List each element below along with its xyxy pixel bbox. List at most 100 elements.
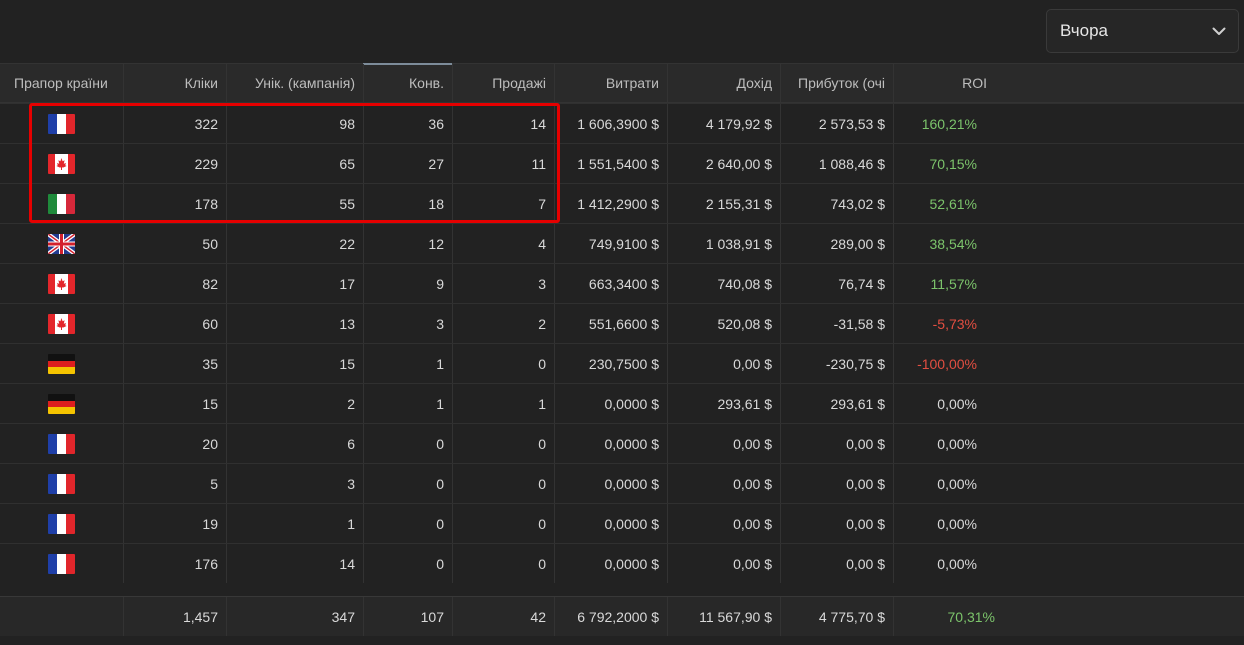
column-divider	[452, 104, 453, 143]
header-flag[interactable]: Прапор країни	[0, 64, 123, 102]
cell-clicks: 229	[194, 155, 218, 172]
flag-france-icon	[48, 473, 75, 494]
flag-italy-icon	[48, 193, 75, 214]
total-conv: 107	[420, 608, 444, 625]
header-sales[interactable]: Продажі	[452, 64, 554, 102]
flag-canada-icon	[48, 153, 75, 174]
column-divider	[363, 184, 364, 223]
cell-income: 0,00 $	[733, 555, 772, 572]
cell-roi: 52,61%	[929, 195, 977, 212]
column-divider	[123, 384, 124, 423]
header-income[interactable]: Дохід	[667, 64, 780, 102]
column-divider	[452, 544, 453, 583]
table-row[interactable]: 322 98 36 14 1 606,3900 $ 4 179,92 $ 2 573,53 …	[0, 103, 1244, 143]
table-row[interactable]: 178 55 18 7 1 412,2900 $ 2 155,31 $ 743,02 $ 52…	[0, 183, 1244, 223]
table-row[interactable]: 82 17 9 3 663,3400 $ 740,08 $ 76,74 $ 11,57%	[0, 263, 1244, 303]
column-divider	[363, 224, 364, 263]
cell-cost: 0,0000 $	[604, 435, 660, 452]
column-divider	[452, 224, 453, 263]
cell-cost: 551,6600 $	[588, 315, 659, 332]
column-divider	[123, 344, 124, 383]
cell-conv: 12	[428, 235, 444, 252]
cell-clicks: 178	[194, 195, 218, 212]
column-divider	[780, 104, 781, 143]
column-divider	[893, 304, 894, 343]
stats-table: Прапор країни Кліки Унік. (кампанія) Кон…	[0, 63, 1244, 583]
column-divider	[363, 504, 364, 543]
cell-uniq: 17	[339, 275, 355, 292]
table-row[interactable]: 176 14 0 0 0,0000 $ 0,00 $ 0,00 $ 0,00%	[0, 543, 1244, 583]
flag-france-icon	[48, 433, 75, 454]
cell-sales: 14	[530, 115, 546, 132]
table-row[interactable]: 19 1 0 0 0,0000 $ 0,00 $ 0,00 $ 0,00%	[0, 503, 1244, 543]
cell-profit: 743,02 $	[830, 195, 886, 212]
header-cost[interactable]: Витрати	[554, 64, 667, 102]
header-clicks[interactable]: Кліки	[123, 64, 226, 102]
cell-roi: -5,73%	[932, 315, 977, 332]
column-divider	[452, 424, 453, 463]
cell-profit: 0,00 $	[846, 435, 885, 452]
total-clicks: 1,457	[182, 608, 218, 625]
cell-income: 740,08 $	[717, 275, 773, 292]
header-uniq[interactable]: Унік. (кампанія)	[226, 64, 363, 102]
column-divider	[123, 544, 124, 583]
column-divider	[123, 144, 124, 183]
flag-germany-icon	[48, 393, 75, 414]
cell-profit: 76,74 $	[838, 275, 885, 292]
cell-conv: 0	[436, 515, 444, 532]
table-row[interactable]: 15 2 1 1 0,0000 $ 293,61 $ 293,61 $ 0,00%	[0, 383, 1244, 423]
column-divider	[893, 544, 894, 583]
table-row[interactable]: 229 65 27 11 1 551,5400 $ 2 640,00 $ 1 088,46 …	[0, 143, 1244, 183]
header-roi[interactable]: ROI	[893, 64, 995, 102]
flag-france-icon	[48, 553, 75, 574]
table-row[interactable]: 50 22 12 4 749,9100 $ 1 038,91 $ 289,00 $ 38,54…	[0, 223, 1244, 263]
cell-sales: 0	[538, 435, 546, 452]
cell-roi: -100,00%	[917, 355, 977, 372]
cell-conv: 18	[428, 195, 444, 212]
total-income: 11 567,90 $	[699, 608, 772, 625]
header-conv[interactable]: Конв.	[363, 64, 452, 102]
column-divider	[780, 504, 781, 543]
cell-income: 4 179,92 $	[705, 115, 772, 132]
table-row[interactable]: 35 15 1 0 230,7500 $ 0,00 $ -230,75 $ -100,00%	[0, 343, 1244, 383]
flag-cell	[0, 504, 123, 543]
cell-profit: 2 573,53 $	[818, 115, 885, 132]
column-divider	[893, 144, 894, 183]
flag-cell	[0, 544, 123, 583]
column-divider	[452, 504, 453, 543]
table-header: Прапор країни Кліки Унік. (кампанія) Кон…	[0, 63, 1244, 103]
table-row[interactable]: 5 3 0 0 0,0000 $ 0,00 $ 0,00 $ 0,00%	[0, 463, 1244, 503]
chevron-down-icon	[1212, 24, 1226, 38]
cell-income: 2 155,31 $	[705, 195, 772, 212]
column-divider	[780, 544, 781, 583]
cell-cost: 1 551,5400 $	[577, 155, 659, 172]
column-divider	[363, 264, 364, 303]
cell-income: 293,61 $	[717, 395, 773, 412]
column-divider	[780, 184, 781, 223]
total-sales: 42	[530, 608, 546, 625]
cell-uniq: 65	[339, 155, 355, 172]
cell-cost: 0,0000 $	[604, 395, 660, 412]
flag-cell	[0, 224, 123, 263]
column-divider	[667, 344, 668, 383]
column-divider	[554, 104, 555, 143]
column-divider	[363, 104, 364, 143]
column-divider	[363, 544, 364, 583]
table-row[interactable]: 20 6 0 0 0,0000 $ 0,00 $ 0,00 $ 0,00%	[0, 423, 1244, 463]
cell-conv: 1	[436, 355, 444, 372]
cell-uniq: 22	[339, 235, 355, 252]
column-divider	[780, 264, 781, 303]
column-divider	[667, 184, 668, 223]
table-row[interactable]: 60 13 3 2 551,6600 $ 520,08 $ -31,58 $ -5,73%	[0, 303, 1244, 343]
table-totals: 1,457 347 107 42 6 792,2000 $ 11 567,90 …	[0, 596, 1244, 636]
cell-roi: 70,15%	[929, 155, 977, 172]
flag-cell	[0, 184, 123, 223]
header-profit[interactable]: Прибуток (очі	[780, 64, 893, 102]
period-select[interactable]: Вчора	[1046, 9, 1239, 53]
column-divider	[780, 384, 781, 423]
flag-cell	[0, 424, 123, 463]
column-divider	[554, 344, 555, 383]
column-divider	[226, 384, 227, 423]
cell-uniq: 55	[339, 195, 355, 212]
column-divider	[893, 264, 894, 303]
